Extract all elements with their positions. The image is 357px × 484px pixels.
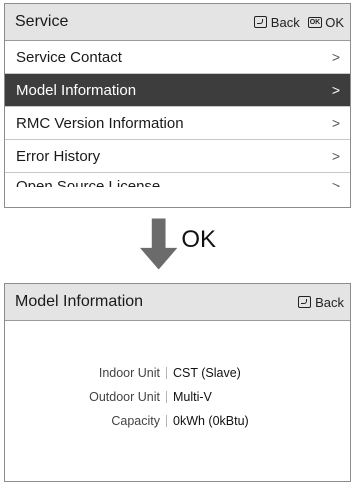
- chevron-right-icon: >: [331, 82, 340, 98]
- menu-item-open-source-license[interactable]: Open Source License >: [5, 173, 350, 187]
- page-title: Model Information: [15, 293, 144, 310]
- info-row-capacity: Capacity 0kWh (0kBtu): [5, 409, 350, 433]
- menu-item-rmc-version-information[interactable]: RMC Version Information >: [5, 107, 350, 140]
- menu-item-service-contact[interactable]: Service Contact >: [5, 41, 350, 74]
- menu-item-label: Open Source License: [16, 178, 161, 187]
- info-key: Outdoor Unit: [89, 390, 160, 404]
- divider: [166, 415, 167, 427]
- service-menu-panel: Service Back OK OK Service Contact > Mod…: [4, 3, 351, 208]
- ok-label: OK: [325, 14, 344, 30]
- back-icon: [298, 296, 312, 308]
- model-information-panel: Model Information Back Indoor Unit CST (…: [4, 283, 351, 482]
- ok-button[interactable]: OK OK: [307, 14, 344, 30]
- header-actions: Back OK OK: [253, 14, 344, 30]
- chevron-right-icon: >: [331, 148, 340, 164]
- chevron-right-icon: >: [331, 115, 340, 131]
- info-value: 0kWh (0kBtu): [173, 414, 249, 428]
- panel-header: Model Information Back: [5, 284, 350, 321]
- chevron-right-icon: >: [331, 178, 340, 187]
- menu-item-label: Error History: [16, 147, 101, 165]
- menu-item-error-history[interactable]: Error History >: [5, 140, 350, 173]
- back-button[interactable]: Back: [298, 295, 344, 310]
- menu-item-model-information[interactable]: Model Information >: [5, 74, 350, 107]
- divider: [166, 367, 167, 379]
- menu-item-label: Model Information: [16, 81, 137, 99]
- info-row-indoor-unit: Indoor Unit CST (Slave): [5, 361, 350, 385]
- transition-indicator: OK: [140, 218, 216, 272]
- info-key: Capacity: [111, 414, 160, 428]
- info-row-outdoor-unit: Outdoor Unit Multi-V: [5, 385, 350, 409]
- menu-item-label: RMC Version Information: [16, 114, 184, 132]
- model-info-table: Indoor Unit CST (Slave) Outdoor Unit Mul…: [5, 361, 350, 433]
- back-label: Back: [315, 294, 344, 310]
- info-value: Multi-V: [173, 390, 212, 404]
- transition-label: OK: [181, 226, 216, 253]
- chevron-right-icon: >: [331, 49, 340, 65]
- back-button[interactable]: Back: [253, 14, 300, 30]
- menu-item-label: Service Contact: [16, 48, 122, 66]
- info-value: CST (Slave): [173, 366, 241, 380]
- divider: [166, 391, 167, 403]
- info-key: Indoor Unit: [98, 366, 160, 380]
- page-title: Service: [15, 13, 69, 30]
- ok-icon: OK: [307, 16, 323, 28]
- panel-header: Service Back OK OK: [5, 4, 350, 41]
- back-label: Back: [270, 14, 300, 30]
- down-arrow-icon: [140, 218, 178, 270]
- header-actions: Back: [298, 295, 344, 310]
- back-icon: [253, 16, 267, 28]
